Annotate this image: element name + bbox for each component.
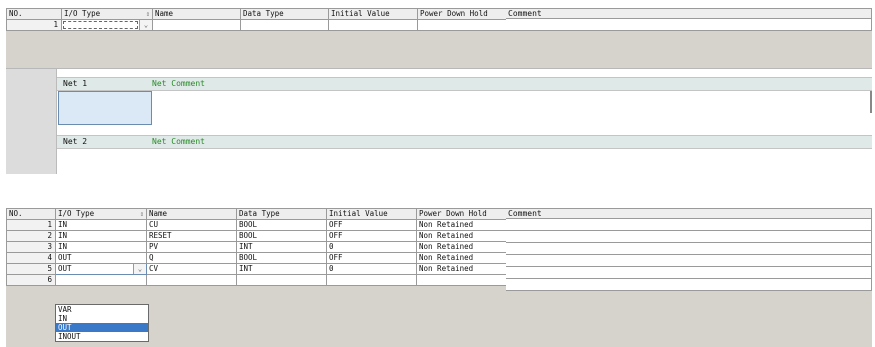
data-type-cell[interactable]: INT xyxy=(236,263,327,275)
col-header-data-type[interactable]: Data Type xyxy=(240,8,329,20)
initial-value-cell[interactable] xyxy=(326,274,417,286)
data-type-cell[interactable]: INT xyxy=(236,241,327,253)
col-header-data-type[interactable]: Data Type xyxy=(236,208,327,220)
io-type-cell[interactable] xyxy=(55,274,147,286)
name-cell[interactable]: Q xyxy=(146,252,237,264)
name-cell[interactable]: CV xyxy=(146,263,237,275)
table-row[interactable]: 2 IN RESET BOOL OFF Non Retained xyxy=(6,230,507,242)
col-header-no: NO. xyxy=(6,8,62,20)
io-type-dropdown-list[interactable]: VAR IN OUT INOUT xyxy=(55,304,149,342)
initial-value-cell[interactable] xyxy=(328,19,418,31)
initial-value-cell[interactable]: OFF xyxy=(326,219,417,231)
vertical-scrollbar[interactable] xyxy=(870,91,872,113)
row-number: 2 xyxy=(6,230,56,242)
name-cell[interactable] xyxy=(146,274,237,286)
col-header-no: NO. xyxy=(6,208,56,220)
ladder-editor[interactable]: Net 1 Net Comment Net 2 Net Comment xyxy=(6,68,872,174)
col-header-io-type-label: I/O Type xyxy=(64,9,101,19)
col-header-power-down-hold[interactable]: Power Down Hold xyxy=(416,208,507,220)
col-header-io-type-label: I/O Type xyxy=(58,209,95,219)
row-number: 1 xyxy=(6,19,62,31)
data-type-cell[interactable] xyxy=(240,19,329,31)
table-row[interactable]: 1 IN CU BOOL OFF Non Retained xyxy=(6,219,507,231)
col-header-name[interactable]: Name xyxy=(146,208,237,220)
col-header-name[interactable]: Name xyxy=(152,8,241,20)
variable-editor-panel-top: NO. I/O Type ⇕ Name Data Type Initial Val… xyxy=(6,8,872,174)
chevron-down-icon[interactable]: ⌄ xyxy=(133,264,146,274)
power-down-hold-cell[interactable]: Non Retained xyxy=(416,241,507,253)
sort-arrows-icon[interactable]: ⇕ xyxy=(140,210,144,219)
data-type-cell[interactable]: BOOL xyxy=(236,219,327,231)
io-type-cell[interactable]: IN xyxy=(55,241,147,253)
power-down-hold-cell[interactable] xyxy=(416,274,507,286)
table-row[interactable]: 3 IN PV INT 0 Non Retained xyxy=(6,241,507,253)
sort-arrows-icon[interactable]: ⇕ xyxy=(146,10,150,19)
variable-table-bottom: NO. I/O Type ⇕ Name Data Type Initial Val… xyxy=(6,208,507,286)
power-down-hold-cell[interactable]: Non Retained xyxy=(416,230,507,242)
col-header-comment[interactable]: Comment xyxy=(506,8,872,19)
comment-column-cells[interactable] xyxy=(506,219,872,291)
col-header-comment[interactable]: Comment xyxy=(506,208,872,219)
power-down-hold-cell[interactable]: Non Retained xyxy=(416,219,507,231)
name-cell[interactable] xyxy=(152,19,241,31)
data-type-cell[interactable]: BOOL xyxy=(236,252,327,264)
ladder-left-rail xyxy=(6,69,57,174)
network-comment[interactable]: Net Comment xyxy=(152,136,205,148)
table-header-row: NO. I/O Type ⇕ Name Data Type Initial Val… xyxy=(6,8,507,20)
dropdown-option-var[interactable]: VAR xyxy=(56,305,148,314)
dropdown-option-inout[interactable]: INOUT xyxy=(56,332,148,341)
dropdown-option-in[interactable]: IN xyxy=(56,314,148,323)
table-header-row: NO. I/O Type ⇕ Name Data Type Initial Val… xyxy=(6,208,507,220)
col-header-comment-label: Comment xyxy=(508,209,542,218)
dropdown-option-out[interactable]: OUT xyxy=(56,323,148,332)
col-header-initial-value[interactable]: Initial Value xyxy=(326,208,417,220)
table-row[interactable]: 6 xyxy=(6,274,507,286)
row-number: 6 xyxy=(6,274,56,286)
chevron-down-icon[interactable]: ⌄ xyxy=(139,20,152,30)
io-type-select-value: OUT xyxy=(58,264,72,274)
data-type-cell[interactable] xyxy=(236,274,327,286)
name-cell[interactable]: RESET xyxy=(146,230,237,242)
network-label: Net 1 xyxy=(63,79,88,88)
variable-editor-panel-bottom: NO. I/O Type ⇕ Name Data Type Initial Val… xyxy=(6,208,872,347)
col-header-power-down-hold[interactable]: Power Down Hold xyxy=(417,8,507,20)
io-type-cell[interactable]: OUT xyxy=(55,252,147,264)
name-cell[interactable]: PV xyxy=(146,241,237,253)
table-row[interactable]: 4 OUT Q BOOL OFF Non Retained xyxy=(6,252,507,264)
io-type-cell[interactable]: IN xyxy=(55,219,147,231)
io-type-select[interactable]: ⌄ xyxy=(61,19,153,31)
col-header-io-type[interactable]: I/O Type ⇕ xyxy=(61,8,153,20)
table-row[interactable]: 1 ⌄ xyxy=(6,19,507,31)
io-type-select[interactable]: OUT ⌄ xyxy=(55,263,147,275)
network-header-1[interactable]: Net 1 Net Comment xyxy=(57,77,872,91)
network-header-2[interactable]: Net 2 Net Comment xyxy=(57,135,872,149)
name-cell[interactable]: CU xyxy=(146,219,237,231)
row-number: 5 xyxy=(6,263,56,275)
power-down-hold-cell[interactable]: Non Retained xyxy=(416,252,507,264)
comment-cell[interactable] xyxy=(506,19,872,31)
power-down-hold-cell[interactable] xyxy=(417,19,507,31)
data-type-cell[interactable]: BOOL xyxy=(236,230,327,242)
network-comment[interactable]: Net Comment xyxy=(152,78,205,90)
initial-value-cell[interactable]: OFF xyxy=(326,252,417,264)
row-number: 1 xyxy=(6,219,56,231)
power-down-hold-cell[interactable]: Non Retained xyxy=(416,263,507,275)
col-header-initial-value[interactable]: Initial Value xyxy=(328,8,418,20)
initial-value-cell[interactable]: OFF xyxy=(326,230,417,242)
row-number: 3 xyxy=(6,241,56,253)
row-number: 4 xyxy=(6,252,56,264)
ladder-cursor-cell[interactable] xyxy=(58,91,152,125)
initial-value-cell[interactable]: 0 xyxy=(326,263,417,275)
variable-table-top: NO. I/O Type ⇕ Name Data Type Initial Val… xyxy=(6,8,507,31)
table-row[interactable]: 5 OUT ⌄ CV INT 0 Non Retained xyxy=(6,263,507,275)
initial-value-cell[interactable]: 0 xyxy=(326,241,417,253)
col-header-comment-label: Comment xyxy=(508,9,542,18)
col-header-io-type[interactable]: I/O Type ⇕ xyxy=(55,208,147,220)
network-label: Net 2 xyxy=(63,137,88,146)
io-type-edit-box[interactable] xyxy=(63,21,138,29)
io-type-cell[interactable]: IN xyxy=(55,230,147,242)
